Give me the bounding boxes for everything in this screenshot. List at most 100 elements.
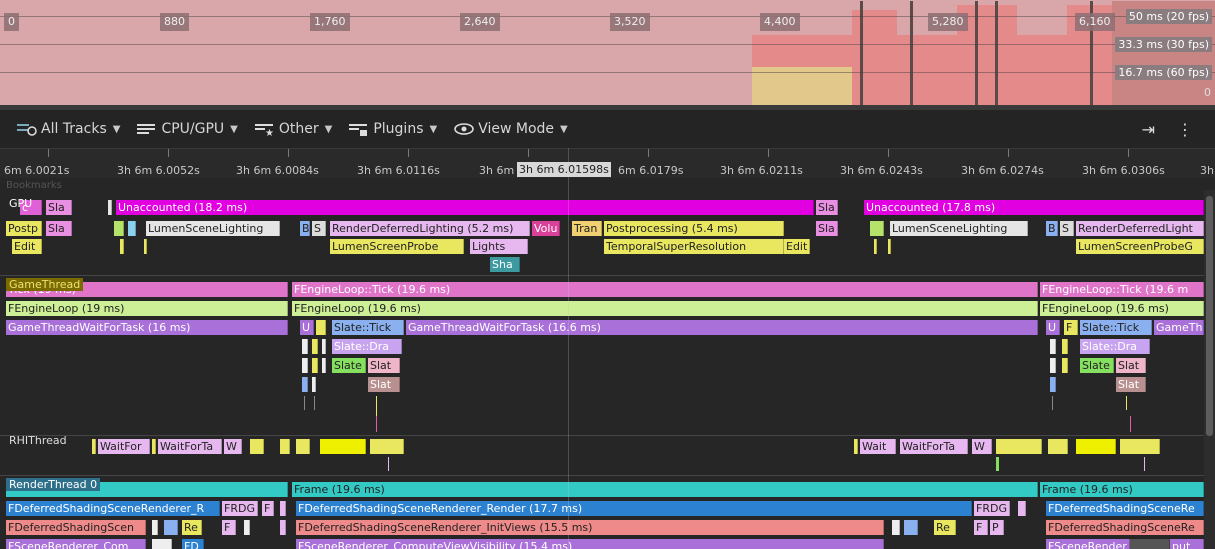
timing-event[interactable]	[114, 221, 124, 236]
timing-event[interactable]: S	[312, 221, 326, 236]
timing-event[interactable]: F	[1064, 320, 1078, 335]
timing-event[interactable]	[1018, 501, 1026, 516]
timing-event[interactable]: Slate::Dra	[332, 339, 402, 354]
timing-event[interactable]	[370, 439, 404, 454]
timing-event[interactable]: Edit	[784, 239, 810, 254]
timing-event[interactable]: Re	[182, 520, 202, 535]
time-ruler[interactable]: 6m 6.0021s 3h 6m 6.0052s 3h 6m 6.0084s 3…	[0, 148, 1215, 178]
timing-event[interactable]	[888, 239, 891, 254]
timing-event[interactable]	[874, 239, 877, 254]
timing-event[interactable]: FDeferredShadingSceneRe	[1046, 520, 1204, 535]
frames-graph[interactable]: 0 880 1,760 2,640 3,520 4,400 5,280 6,16…	[0, 0, 1215, 105]
timing-event[interactable]	[1130, 539, 1170, 549]
timing-event[interactable]	[296, 439, 310, 454]
timing-event[interactable]	[152, 439, 156, 454]
timing-event[interactable]: Sla	[816, 200, 838, 215]
timing-event[interactable]: WaitFor	[98, 439, 150, 454]
timing-event[interactable]: Slat	[368, 358, 400, 373]
timing-event[interactable]	[892, 520, 900, 535]
timing-event[interactable]	[152, 520, 158, 535]
timing-event[interactable]	[1050, 339, 1056, 354]
timing-event[interactable]: LumenScreenProbe	[330, 239, 464, 254]
timing-event[interactable]	[152, 539, 172, 549]
timing-event[interactable]: F	[974, 520, 988, 535]
timing-event[interactable]	[1050, 377, 1056, 392]
timing-event[interactable]: W	[224, 439, 242, 454]
timing-event[interactable]: RenderDeferredLighting (5.2 ms)	[330, 221, 530, 236]
timing-event[interactable]: FSceneRenderer_Com	[6, 539, 146, 549]
timing-event[interactable]: put	[1170, 539, 1204, 549]
timing-event[interactable]: U	[300, 320, 314, 335]
timing-event[interactable]: FD	[182, 539, 204, 549]
timing-event[interactable]: GameThreadWaitForTask (16.6 ms)	[406, 320, 1038, 335]
timing-event[interactable]: F	[222, 520, 236, 535]
timing-event[interactable]	[280, 501, 286, 516]
timing-event[interactable]: FDeferredShadingSceneRenderer_Render (17…	[296, 501, 972, 516]
timing-event[interactable]	[904, 520, 918, 535]
timing-event[interactable]: Slate	[1080, 358, 1114, 373]
all-tracks-button[interactable]: All Tracks ▼	[16, 121, 120, 137]
timing-event[interactable]: FEngineLoop (19.6 ms)	[1040, 301, 1204, 316]
timing-event[interactable]	[322, 339, 326, 354]
timing-event[interactable]	[92, 439, 96, 454]
timing-event[interactable]	[144, 239, 147, 254]
scroll-to-end-icon[interactable]: ⇥	[1142, 120, 1155, 139]
timing-event[interactable]: Postprocessing (5.4 ms)	[604, 221, 784, 236]
timing-event[interactable]: FEngineLoop::Tick (19.6 m	[1040, 282, 1204, 297]
timing-event[interactable]: Slate::Dra	[1080, 339, 1150, 354]
timing-event[interactable]: U	[1046, 320, 1060, 335]
timing-event[interactable]: Re	[934, 520, 956, 535]
timing-event[interactable]: Sla	[816, 221, 838, 236]
plugins-button[interactable]: Plugins ▼	[348, 121, 437, 137]
timing-event[interactable]: FSceneRenderer_ComputeViewVisibility (15…	[296, 539, 884, 549]
timing-event[interactable]: Tran	[572, 221, 602, 236]
cpu-gpu-button[interactable]: CPU/GPU ▼	[136, 121, 238, 137]
timing-event[interactable]	[312, 339, 318, 354]
timing-event[interactable]: B	[300, 221, 310, 236]
timing-event[interactable]: FRDG	[222, 501, 258, 516]
timing-event[interactable]	[120, 239, 124, 254]
timing-event[interactable]	[164, 520, 178, 535]
timing-event[interactable]: Edit	[12, 239, 42, 254]
timing-event[interactable]	[312, 358, 318, 373]
timing-event[interactable]	[1048, 439, 1068, 454]
timing-event[interactable]	[108, 200, 112, 215]
timing-event[interactable]: Slate::Tick	[1080, 320, 1152, 335]
timing-event[interactable]: W	[972, 439, 992, 454]
timing-event[interactable]: Slat	[1116, 377, 1146, 392]
timing-event[interactable]: Sha	[490, 257, 520, 272]
timing-event[interactable]	[312, 377, 316, 392]
more-options-icon[interactable]: ⋮	[1177, 120, 1193, 139]
timing-event[interactable]: FDeferredShadingSceneRenderer_InitViews …	[296, 520, 884, 535]
scrollbar-thumb[interactable]	[1206, 196, 1213, 436]
timing-event[interactable]	[128, 221, 136, 236]
timing-event[interactable]	[996, 439, 1042, 454]
timing-event[interactable]: FEngineLoop (19.6 ms)	[292, 301, 1038, 316]
timing-event[interactable]	[1050, 358, 1056, 373]
timing-event[interactable]: Postp	[6, 221, 42, 236]
timing-event[interactable]: LumenSceneLighting	[890, 221, 1028, 236]
timing-event[interactable]: RenderDeferredLight	[1076, 221, 1204, 236]
timing-event[interactable]: GameThreadWaitForTask (16 ms)	[6, 320, 288, 335]
timing-event[interactable]: WaitForTa	[900, 439, 968, 454]
timing-event[interactable]: Slate::Tick	[332, 320, 404, 335]
timing-event[interactable]	[1062, 358, 1068, 373]
timing-event[interactable]: Slat	[1116, 358, 1146, 373]
view-mode-button[interactable]: View Mode ▼	[453, 121, 568, 137]
timing-event[interactable]: FSceneRender	[1046, 539, 1130, 549]
timing-event[interactable]: FDeferredShadingSceneRe	[1046, 501, 1204, 516]
timing-event[interactable]: Sla	[46, 200, 72, 215]
timing-event[interactable]	[1062, 339, 1068, 354]
timing-event[interactable]: B	[1046, 221, 1058, 236]
timing-event[interactable]: FDeferredShadingScen	[6, 520, 146, 535]
timing-event[interactable]	[302, 377, 308, 392]
tracks-scrollbar[interactable]	[1204, 190, 1215, 549]
timing-event[interactable]	[320, 439, 366, 454]
timing-event[interactable]: WaitForTa	[158, 439, 222, 454]
timing-event[interactable]	[854, 439, 858, 454]
timing-event[interactable]	[870, 221, 884, 236]
timing-event[interactable]: Volu	[532, 221, 560, 236]
timing-event[interactable]: FDeferredShadingSceneRenderer_R	[6, 501, 220, 516]
timing-event[interactable]: FRDG	[974, 501, 1010, 516]
timing-event[interactable]	[250, 439, 264, 454]
